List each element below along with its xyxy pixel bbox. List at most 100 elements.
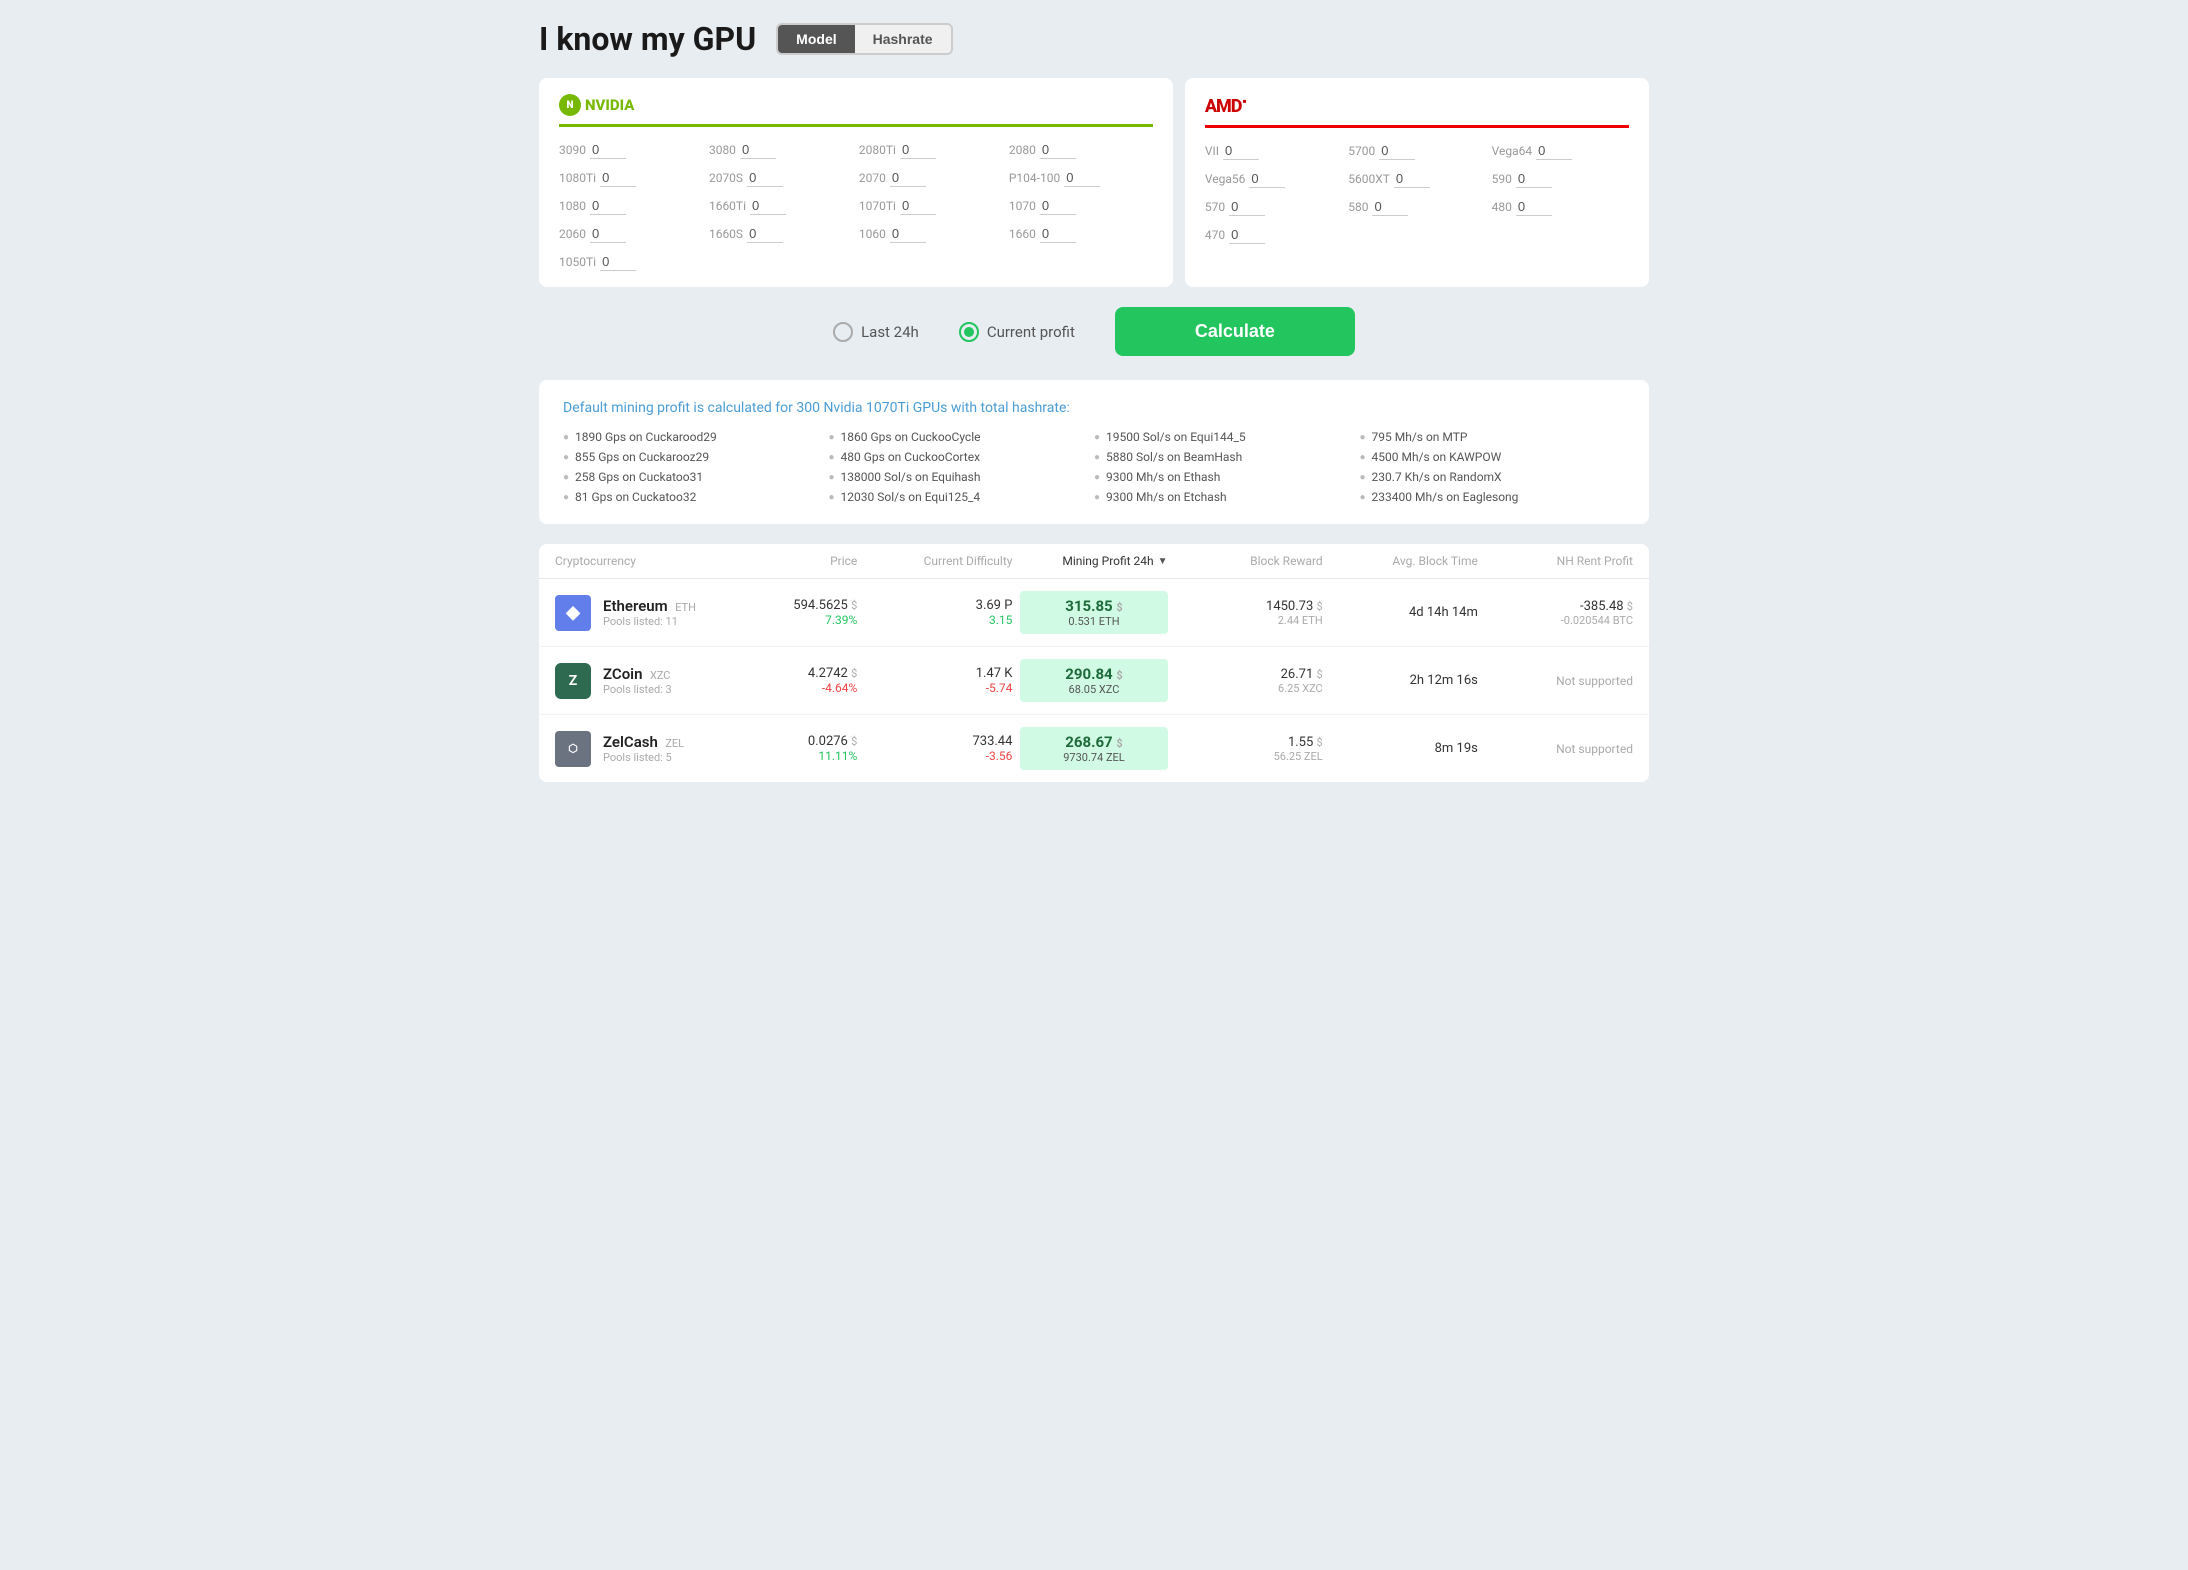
amd-gpu-5600xt: 5600XT [1348, 170, 1485, 188]
gpu-input-vega64[interactable] [1536, 142, 1572, 160]
info-bullet: ● [1360, 432, 1366, 443]
gpu-input-470[interactable] [1229, 226, 1265, 244]
gpu-label: 2060 [559, 227, 586, 241]
crypto-cell: ◆ Ethereum ETH Pools listed: 11 [555, 595, 751, 631]
gpu-input-2070s[interactable] [747, 169, 783, 187]
mode-toggle[interactable]: Model Hashrate [776, 23, 952, 55]
zcoin-icon: Z [555, 663, 591, 699]
nh-profit-cell: Not supported [1486, 674, 1633, 688]
th-profit[interactable]: Mining Profit 24h ▼ [1020, 554, 1167, 568]
price-main: 4.2742 $ [759, 666, 857, 681]
gpu-input-1070[interactable] [1040, 197, 1076, 215]
gpu-input-2070[interactable] [890, 169, 926, 187]
gpu-label: 2070S [709, 171, 743, 185]
info-item-text: 480 Gps on CuckooCortex [841, 450, 980, 464]
profit-main: 315.85 $ [1030, 597, 1157, 615]
block-reward-cell: 26.71 $ 6.25 XZC [1176, 667, 1323, 695]
gpu-input-5700[interactable] [1379, 142, 1415, 160]
gpu-input-1080[interactable] [590, 197, 626, 215]
info-item-text: 81 Gps on Cuckatoo32 [575, 490, 696, 504]
difficulty-change: -3.56 [865, 749, 1012, 763]
gpu-input-p104-100[interactable] [1064, 169, 1100, 187]
table-row: ◆ Ethereum ETH Pools listed: 11 594.5625… [539, 579, 1649, 647]
controls-row: Last 24h Current profit Calculate [539, 307, 1649, 356]
amd-gpu-570: 570 [1205, 198, 1342, 216]
info-item-text: 233400 Mh/s on Eaglesong [1372, 490, 1519, 504]
avg-block-time: 4d 14h 14m [1331, 605, 1478, 620]
gpu-input-vega56[interactable] [1249, 170, 1285, 188]
gpu-input-580[interactable] [1372, 198, 1408, 216]
gpu-input-1050ti[interactable] [600, 253, 636, 271]
gpu-input-3080[interactable] [740, 141, 776, 159]
difficulty-cell: 1.47 K -5.74 [865, 666, 1012, 695]
gpu-input-590[interactable] [1516, 170, 1552, 188]
nvidia-gpu-1080ti: 1080Ti [559, 169, 703, 187]
last24h-radio-circle[interactable] [833, 322, 853, 342]
amd-header: AMD▪ [1205, 94, 1629, 128]
info-bullet: ● [1094, 432, 1100, 443]
calculate-button[interactable]: Calculate [1115, 307, 1355, 356]
nvidia-gpu-2080: 2080 [1009, 141, 1153, 159]
last24h-radio[interactable]: Last 24h [833, 322, 919, 342]
gpu-label: 1070 [1009, 199, 1036, 213]
gpu-label: 1060 [859, 227, 886, 241]
info-bullet: ● [829, 492, 835, 503]
info-item: ●1860 Gps on CuckooCycle [829, 430, 1095, 444]
crypto-info: Ethereum ETH Pools listed: 11 [603, 597, 696, 628]
info-item: ●233400 Mh/s on Eaglesong [1360, 490, 1626, 504]
info-item-text: 1890 Gps on Cuckarood29 [575, 430, 717, 444]
results-table: Cryptocurrency Price Current Difficulty … [539, 544, 1649, 782]
gpu-input-1070ti[interactable] [900, 197, 936, 215]
profit-sub: 68.05 XZC [1030, 683, 1157, 696]
info-item: ● 81 Gps on Cuckatoo32 [563, 490, 829, 504]
block-reward-cell: 1.55 $ 56.25 ZEL [1176, 735, 1323, 763]
gpu-input-3090[interactable] [590, 141, 626, 159]
gpu-input-vii[interactable] [1223, 142, 1259, 160]
info-bullet: ● [1094, 452, 1100, 463]
price-cell: 4.2742 $ -4.64% [759, 666, 857, 695]
gpu-input-2060[interactable] [590, 225, 626, 243]
table-row: ⬡ ZelCash ZEL Pools listed: 5 0.0276 $ 1… [539, 715, 1649, 782]
info-item: ●9300 Mh/s on Ethash [1094, 470, 1360, 484]
gpu-sections: N NVIDIA 3090 3080 2080Ti 2080 1080Ti 20… [539, 78, 1649, 287]
current-profit-radio[interactable]: Current profit [959, 322, 1075, 342]
difficulty-main: 1.47 K [865, 666, 1012, 681]
th-nh-profit: NH Rent Profit [1486, 554, 1633, 568]
current-profit-radio-circle[interactable] [959, 322, 979, 342]
nvidia-gpu-2080ti: 2080Ti [859, 141, 1003, 159]
crypto-ticker: ZEL [665, 737, 684, 750]
amd-gpu-vii: VII [1205, 142, 1342, 160]
gpu-input-1080ti[interactable] [600, 169, 636, 187]
amd-gpu-480: 480 [1492, 198, 1629, 216]
amd-gpu-grid: VII 5700 Vega64 Vega56 5600XT 590 570 58… [1205, 142, 1629, 244]
gpu-input-2080[interactable] [1040, 141, 1076, 159]
gpu-input-1660s[interactable] [747, 225, 783, 243]
block-reward-sub: 2.44 ETH [1176, 614, 1323, 627]
info-item-text: 4500 Mh/s on KAWPOW [1372, 450, 1502, 464]
nvidia-gpu-1660ti: 1660Ti [709, 197, 853, 215]
info-item-text: 138000 Sol/s on Equihash [841, 470, 981, 484]
crypto-pools: Pools listed: 5 [603, 751, 684, 764]
price-change: -4.64% [759, 681, 857, 695]
info-item-text: 855 Gps on Cuckarooz29 [575, 450, 709, 464]
info-item-text: 5880 Sol/s on BeamHash [1106, 450, 1242, 464]
hashrate-toggle-btn[interactable]: Hashrate [855, 25, 951, 53]
difficulty-main: 3.69 P [865, 598, 1012, 613]
gpu-label: 2080Ti [859, 143, 896, 157]
th-avg-block: Avg. Block Time [1331, 554, 1478, 568]
crypto-info: ZCoin XZC Pools listed: 3 [603, 665, 672, 696]
gpu-label: 1660Ti [709, 199, 746, 213]
price-cell: 594.5625 $ 7.39% [759, 598, 857, 627]
model-toggle-btn[interactable]: Model [778, 25, 854, 53]
gpu-input-1060[interactable] [890, 225, 926, 243]
difficulty-change: -5.74 [865, 681, 1012, 695]
block-reward-sub: 56.25 ZEL [1176, 750, 1323, 763]
gpu-input-480[interactable] [1516, 198, 1552, 216]
gpu-input-2080ti[interactable] [900, 141, 936, 159]
gpu-input-570[interactable] [1229, 198, 1265, 216]
info-bullet: ● [563, 492, 569, 503]
gpu-input-1660[interactable] [1040, 225, 1076, 243]
gpu-label: 1070Ti [859, 199, 896, 213]
gpu-input-1660ti[interactable] [750, 197, 786, 215]
gpu-input-5600xt[interactable] [1394, 170, 1430, 188]
